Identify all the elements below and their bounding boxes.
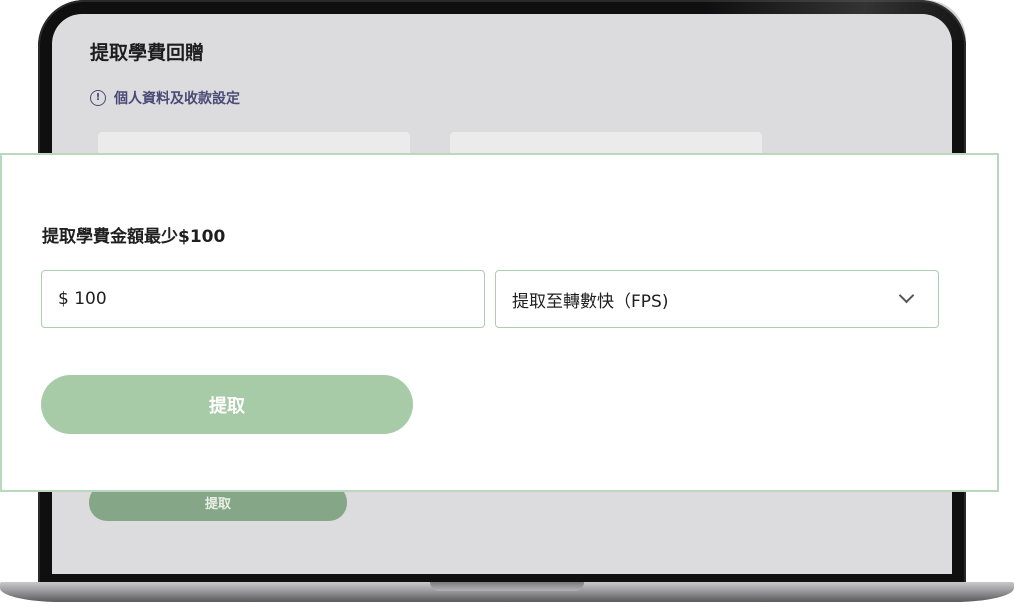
page-title: 提取學費回贈 — [90, 42, 205, 64]
withdraw-method-select[interactable]: 提取至轉數快（FPS) — [495, 270, 939, 328]
min-amount-label: 提取學費金額最少$100 — [42, 227, 226, 247]
profile-settings-link[interactable]: ! 個人資料及收款設定 — [90, 88, 240, 108]
profile-settings-label: 個人資料及收款設定 — [114, 91, 240, 107]
info-circle-icon: ! — [90, 90, 106, 106]
withdraw-method-value: 提取至轉數快（FPS) — [512, 291, 669, 312]
withdraw-panel: 提取學費金額最少$100 提取至轉數快（FPS) 提取 — [0, 153, 999, 492]
page: 提取學費回贈 ! 個人資料及收款設定 提取 提取學費金額最少$100 提取至轉數… — [0, 0, 1014, 609]
withdraw-button[interactable]: 提取 — [41, 375, 413, 434]
chevron-down-icon — [898, 287, 915, 303]
laptop-notch — [430, 582, 584, 591]
amount-input[interactable] — [41, 270, 485, 328]
